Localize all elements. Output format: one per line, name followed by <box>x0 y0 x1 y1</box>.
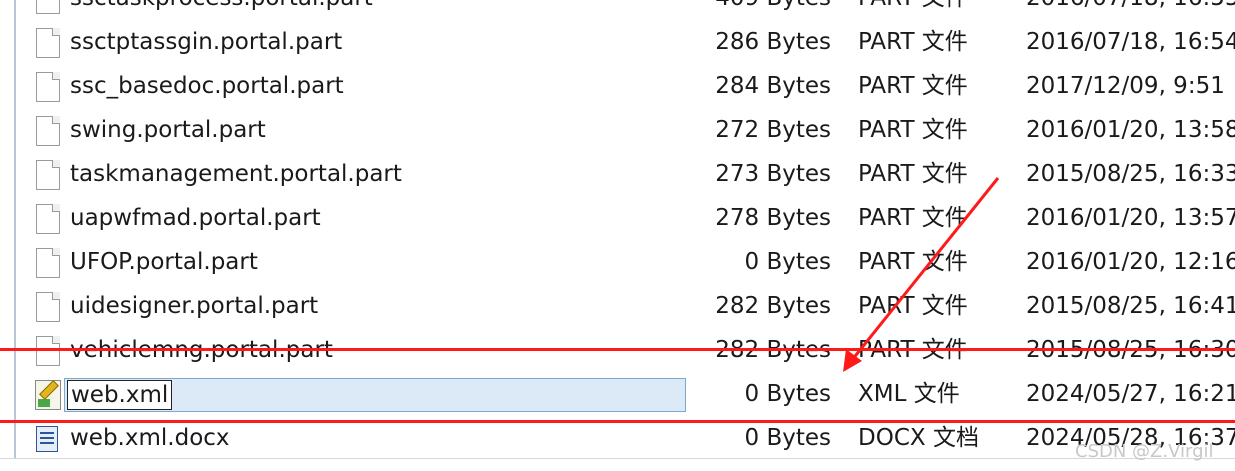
file-date: 2016/01/20, 12:16 <box>1026 249 1235 275</box>
file-icon <box>36 0 60 14</box>
file-type: PART 文件 <box>858 117 968 143</box>
file-type: PART 文件 <box>858 161 968 187</box>
file-date: 2016/01/20, 13:58 <box>1026 117 1235 143</box>
file-name: swing.portal.part <box>70 117 266 143</box>
file-row[interactable]: ssctaskprocess.portal.part 409 Bytes PAR… <box>0 0 1235 21</box>
file-size: 409 Bytes <box>715 0 831 15</box>
file-size: 272 Bytes <box>715 117 831 143</box>
list-bottom-border <box>0 458 1235 459</box>
file-icon <box>36 116 60 146</box>
file-size: 278 Bytes <box>715 205 831 231</box>
file-date: 2017/12/09, 9:51 <box>1026 73 1225 99</box>
file-date: 2015/08/25, 16:33 <box>1026 161 1235 187</box>
file-icon <box>36 28 60 58</box>
file-icon <box>36 160 60 190</box>
file-row[interactable]: UFOP.portal.part 0 Bytes PART 文件 2016/01… <box>0 241 1235 285</box>
file-row[interactable]: uidesigner.portal.part 282 Bytes PART 文件… <box>0 285 1235 329</box>
file-row[interactable]: ssctptassgin.portal.part 286 Bytes PART … <box>0 21 1235 65</box>
file-name: taskmanagement.portal.part <box>70 161 402 187</box>
file-row[interactable]: uapwfmad.portal.part 278 Bytes PART 文件 2… <box>0 197 1235 241</box>
annotation-highlight-box <box>0 348 1235 423</box>
file-type: PART 文件 <box>858 205 968 231</box>
file-size: 286 Bytes <box>715 29 831 55</box>
file-type: PART 文件 <box>858 293 968 319</box>
file-size: 0 Bytes <box>744 425 832 451</box>
file-row[interactable]: taskmanagement.portal.part 273 Bytes PAR… <box>0 153 1235 197</box>
file-name: uapwfmad.portal.part <box>70 205 321 231</box>
file-name: ssctptassgin.portal.part <box>70 29 343 55</box>
file-type: PART 文件 <box>858 249 968 275</box>
file-list-viewport: ssctaskprocess.portal.part 409 Bytes PAR… <box>0 0 1235 471</box>
file-type: DOCX 文档 <box>858 425 979 451</box>
file-name: UFOP.portal.part <box>70 249 258 275</box>
file-date: 2016/07/18, 16:55 <box>1026 0 1235 15</box>
file-name: uidesigner.portal.part <box>70 293 319 319</box>
file-row[interactable]: web.xml.docx 0 Bytes DOCX 文档 2024/05/28,… <box>0 417 1235 461</box>
docx-file-icon <box>36 426 58 452</box>
file-type: PART 文件 <box>858 29 968 55</box>
file-icon <box>36 204 60 234</box>
file-icon <box>36 292 60 322</box>
file-name: web.xml.docx <box>70 425 230 451</box>
file-type: PART 文件 <box>858 73 968 99</box>
file-size: 282 Bytes <box>715 293 831 319</box>
file-row[interactable]: swing.portal.part 272 Bytes PART 文件 2016… <box>0 109 1235 153</box>
file-size: 273 Bytes <box>715 161 831 187</box>
file-icon <box>36 248 60 278</box>
file-date: 2015/08/25, 16:41 <box>1026 293 1235 319</box>
file-date: 2016/01/20, 13:57 <box>1026 205 1235 231</box>
file-name: ssc_basedoc.portal.part <box>70 73 344 99</box>
file-size: 284 Bytes <box>715 73 831 99</box>
file-name: ssctaskprocess.portal.part <box>70 0 373 15</box>
file-size: 0 Bytes <box>744 249 832 275</box>
file-icon <box>36 72 60 102</box>
file-date: 2016/07/18, 16:54 <box>1026 29 1235 55</box>
file-row[interactable]: ssc_basedoc.portal.part 284 Bytes PART 文… <box>0 65 1235 109</box>
file-type: PART 文件 <box>858 0 968 15</box>
watermark: CSDN @Z.Virgil <box>1075 441 1214 462</box>
